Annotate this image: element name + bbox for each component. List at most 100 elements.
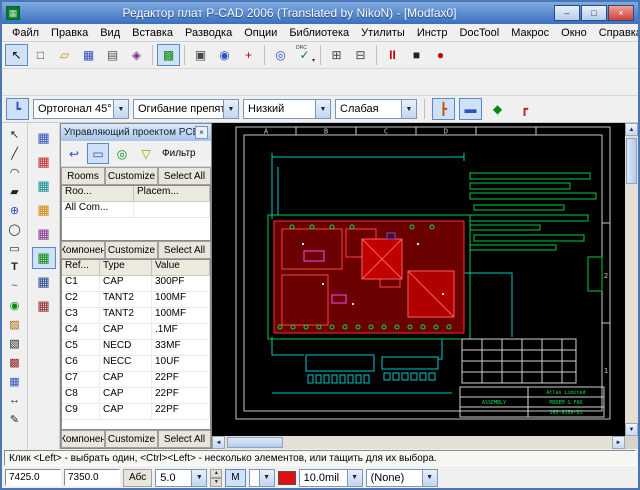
chevron-down-icon[interactable]: ▼	[223, 100, 238, 118]
scroll-left-icon[interactable]: ◄	[212, 436, 225, 449]
menu-item-route[interactable]: Разводка	[179, 26, 238, 40]
x-coordinate-field[interactable]: 7425.0	[5, 469, 61, 486]
chevron-down-icon[interactable]: ▼	[259, 470, 274, 486]
pcb-board[interactable]	[274, 221, 464, 333]
col-type[interactable]: Type	[100, 260, 152, 275]
nets-select-all-button[interactable]: Select All	[158, 430, 211, 448]
rooms-title-button[interactable]: Rooms	[61, 167, 105, 185]
chevron-down-icon[interactable]: ▼	[347, 470, 362, 486]
chevron-down-icon[interactable]: ▼	[191, 470, 206, 486]
query-icon[interactable]: ▦	[32, 271, 56, 293]
nets-title-button[interactable]: Компонен	[61, 430, 105, 448]
pcb-view-icon[interactable]: ▩	[157, 44, 180, 66]
macro-pause-icon[interactable]: II	[381, 44, 404, 66]
menu-item-utils[interactable]: Утилиты	[355, 26, 411, 40]
filter-icon[interactable]: ▽	[135, 143, 157, 164]
rooms-select-all-button[interactable]: Select All	[158, 167, 211, 185]
via-tool-icon[interactable]: ◉	[4, 296, 25, 314]
copper-pour-tool-icon[interactable]: ▨	[4, 315, 25, 333]
table-row[interactable]: C3 TANT2 100MF	[62, 308, 210, 324]
menu-item-edit[interactable]: Правка	[45, 26, 94, 40]
via-icon[interactable]: ◉	[213, 44, 236, 66]
save-icon[interactable]: ▦	[77, 44, 100, 66]
rooms-list[interactable]: Roo... Placem... All Com...	[61, 185, 211, 241]
horizontal-scrollbar[interactable]: ◄ ►	[212, 436, 625, 449]
route-bus-icon[interactable]: ▬	[459, 98, 482, 120]
dimension-tool-icon[interactable]: ↔	[4, 391, 25, 409]
rooms-col-placement[interactable]: Placem...	[134, 186, 210, 201]
select-mask-combo[interactable]: ▼	[249, 469, 275, 487]
keepout-tool-icon[interactable]: ▩	[4, 353, 25, 371]
col-value[interactable]: Value	[152, 260, 210, 275]
route-style-combo[interactable]: Ортогонал 45° ▼	[33, 99, 129, 119]
zoom-icon[interactable]: ◎	[111, 143, 133, 164]
route-mode-icon[interactable]: ┗	[6, 98, 29, 120]
cascade-windows-icon[interactable]: ⊟	[349, 44, 372, 66]
menu-item-options[interactable]: Опции	[238, 26, 283, 40]
menu-item-insert[interactable]: Вставка	[126, 26, 179, 40]
components-select-all-button[interactable]: Select All	[158, 241, 211, 259]
title-bar[interactable]: ▦ Редактор плат P-CAD 2006 (Translated b…	[2, 2, 638, 24]
scroll-right-icon[interactable]: ►	[612, 436, 625, 449]
horizontal-scroll-track[interactable]	[283, 436, 612, 449]
drc-check-icon[interactable]: DRC ✓ ▾	[293, 44, 316, 66]
records-icon[interactable]: ▦	[32, 127, 56, 149]
chevron-down-icon[interactable]: ▼	[113, 100, 128, 118]
ref-point-tool-icon[interactable]: ⊕	[4, 201, 25, 219]
menu-item-doctool[interactable]: DocTool	[453, 26, 505, 40]
menu-item-library[interactable]: Библиотека	[283, 26, 355, 40]
macro-icon[interactable]: ◈	[125, 44, 148, 66]
macro-record-icon[interactable]: ●	[429, 44, 452, 66]
rooms-col-room[interactable]: Roo...	[62, 186, 134, 201]
layer-color-swatch[interactable]	[278, 471, 296, 485]
vertical-scrollbar[interactable]: ▲ ▼	[625, 123, 638, 436]
effort-combo[interactable]: Низкий ▼	[243, 99, 331, 119]
macro-stop-icon[interactable]: ■	[405, 44, 428, 66]
maximize-button[interactable]: □	[581, 5, 607, 21]
vertical-scroll-track[interactable]	[625, 184, 638, 423]
grid-combo[interactable]: 5.0 ▼	[155, 469, 207, 487]
menu-item-window[interactable]: Окно	[555, 26, 593, 40]
components-title-button[interactable]: Компонен	[61, 241, 105, 259]
connection-tool-icon[interactable]: ~	[4, 277, 25, 295]
spin-up-icon[interactable]: ▲	[210, 469, 222, 478]
menu-item-macro[interactable]: Макрос	[505, 26, 555, 40]
rooms-icon[interactable]: ▦	[32, 247, 56, 269]
col-refdes[interactable]: Ref...	[62, 260, 100, 275]
panel-title-bar[interactable]: Управляющий проектом PCB ×	[61, 124, 211, 141]
layers-icon[interactable]: ▦	[32, 199, 56, 221]
table-row[interactable]: C1 CAP 300PF	[62, 276, 210, 292]
links-icon[interactable]: ▦	[32, 295, 56, 317]
menu-item-view[interactable]: Вид	[94, 26, 126, 40]
horizontal-scroll-thumb[interactable]	[227, 437, 283, 448]
layer-pair-combo[interactable]: (None) ▼	[366, 469, 438, 487]
drc-dropdown-icon[interactable]: ▾	[312, 57, 315, 64]
list-item[interactable]: All Com...	[62, 202, 210, 218]
chevron-down-icon[interactable]: ▼	[422, 470, 437, 486]
menu-item-tools[interactable]: Инстр	[411, 26, 454, 40]
line-width-combo[interactable]: 10.0mil ▼	[299, 469, 363, 487]
undo-icon[interactable]: ↩	[63, 143, 85, 164]
rooms-customize-button[interactable]: Customize	[105, 167, 158, 185]
measure-icon[interactable]: +	[237, 44, 260, 66]
components-customize-button[interactable]: Customize	[105, 241, 158, 259]
filter-label[interactable]: Фильтр	[159, 148, 199, 159]
y-coordinate-field[interactable]: 7350.0	[64, 469, 120, 486]
cutout-tool-icon[interactable]: ▧	[4, 334, 25, 352]
spreadsheet-icon[interactable]: ▦	[32, 151, 56, 173]
new-file-icon[interactable]: □	[29, 44, 52, 66]
circle-tool-icon[interactable]: ◯	[4, 220, 25, 238]
scroll-up-icon[interactable]: ▲	[625, 123, 638, 136]
netlist-icon[interactable]: ▦	[32, 175, 56, 197]
tile-windows-icon[interactable]: ⊞	[325, 44, 348, 66]
table-row[interactable]: C2 TANT2 100MF	[62, 292, 210, 308]
route-options-icon[interactable]: ┏	[513, 98, 536, 120]
open-file-icon[interactable]: ▱	[53, 44, 76, 66]
route-auto-icon[interactable]: ◆	[486, 98, 509, 120]
rect-tool-icon[interactable]: ▭	[4, 239, 25, 257]
minimize-button[interactable]: –	[554, 5, 580, 21]
text-tool-icon[interactable]: T	[4, 258, 25, 276]
select-icon[interactable]: ↖	[5, 44, 28, 66]
panel-close-icon[interactable]: ×	[195, 126, 208, 139]
bom-icon[interactable]: ▦	[32, 223, 56, 245]
